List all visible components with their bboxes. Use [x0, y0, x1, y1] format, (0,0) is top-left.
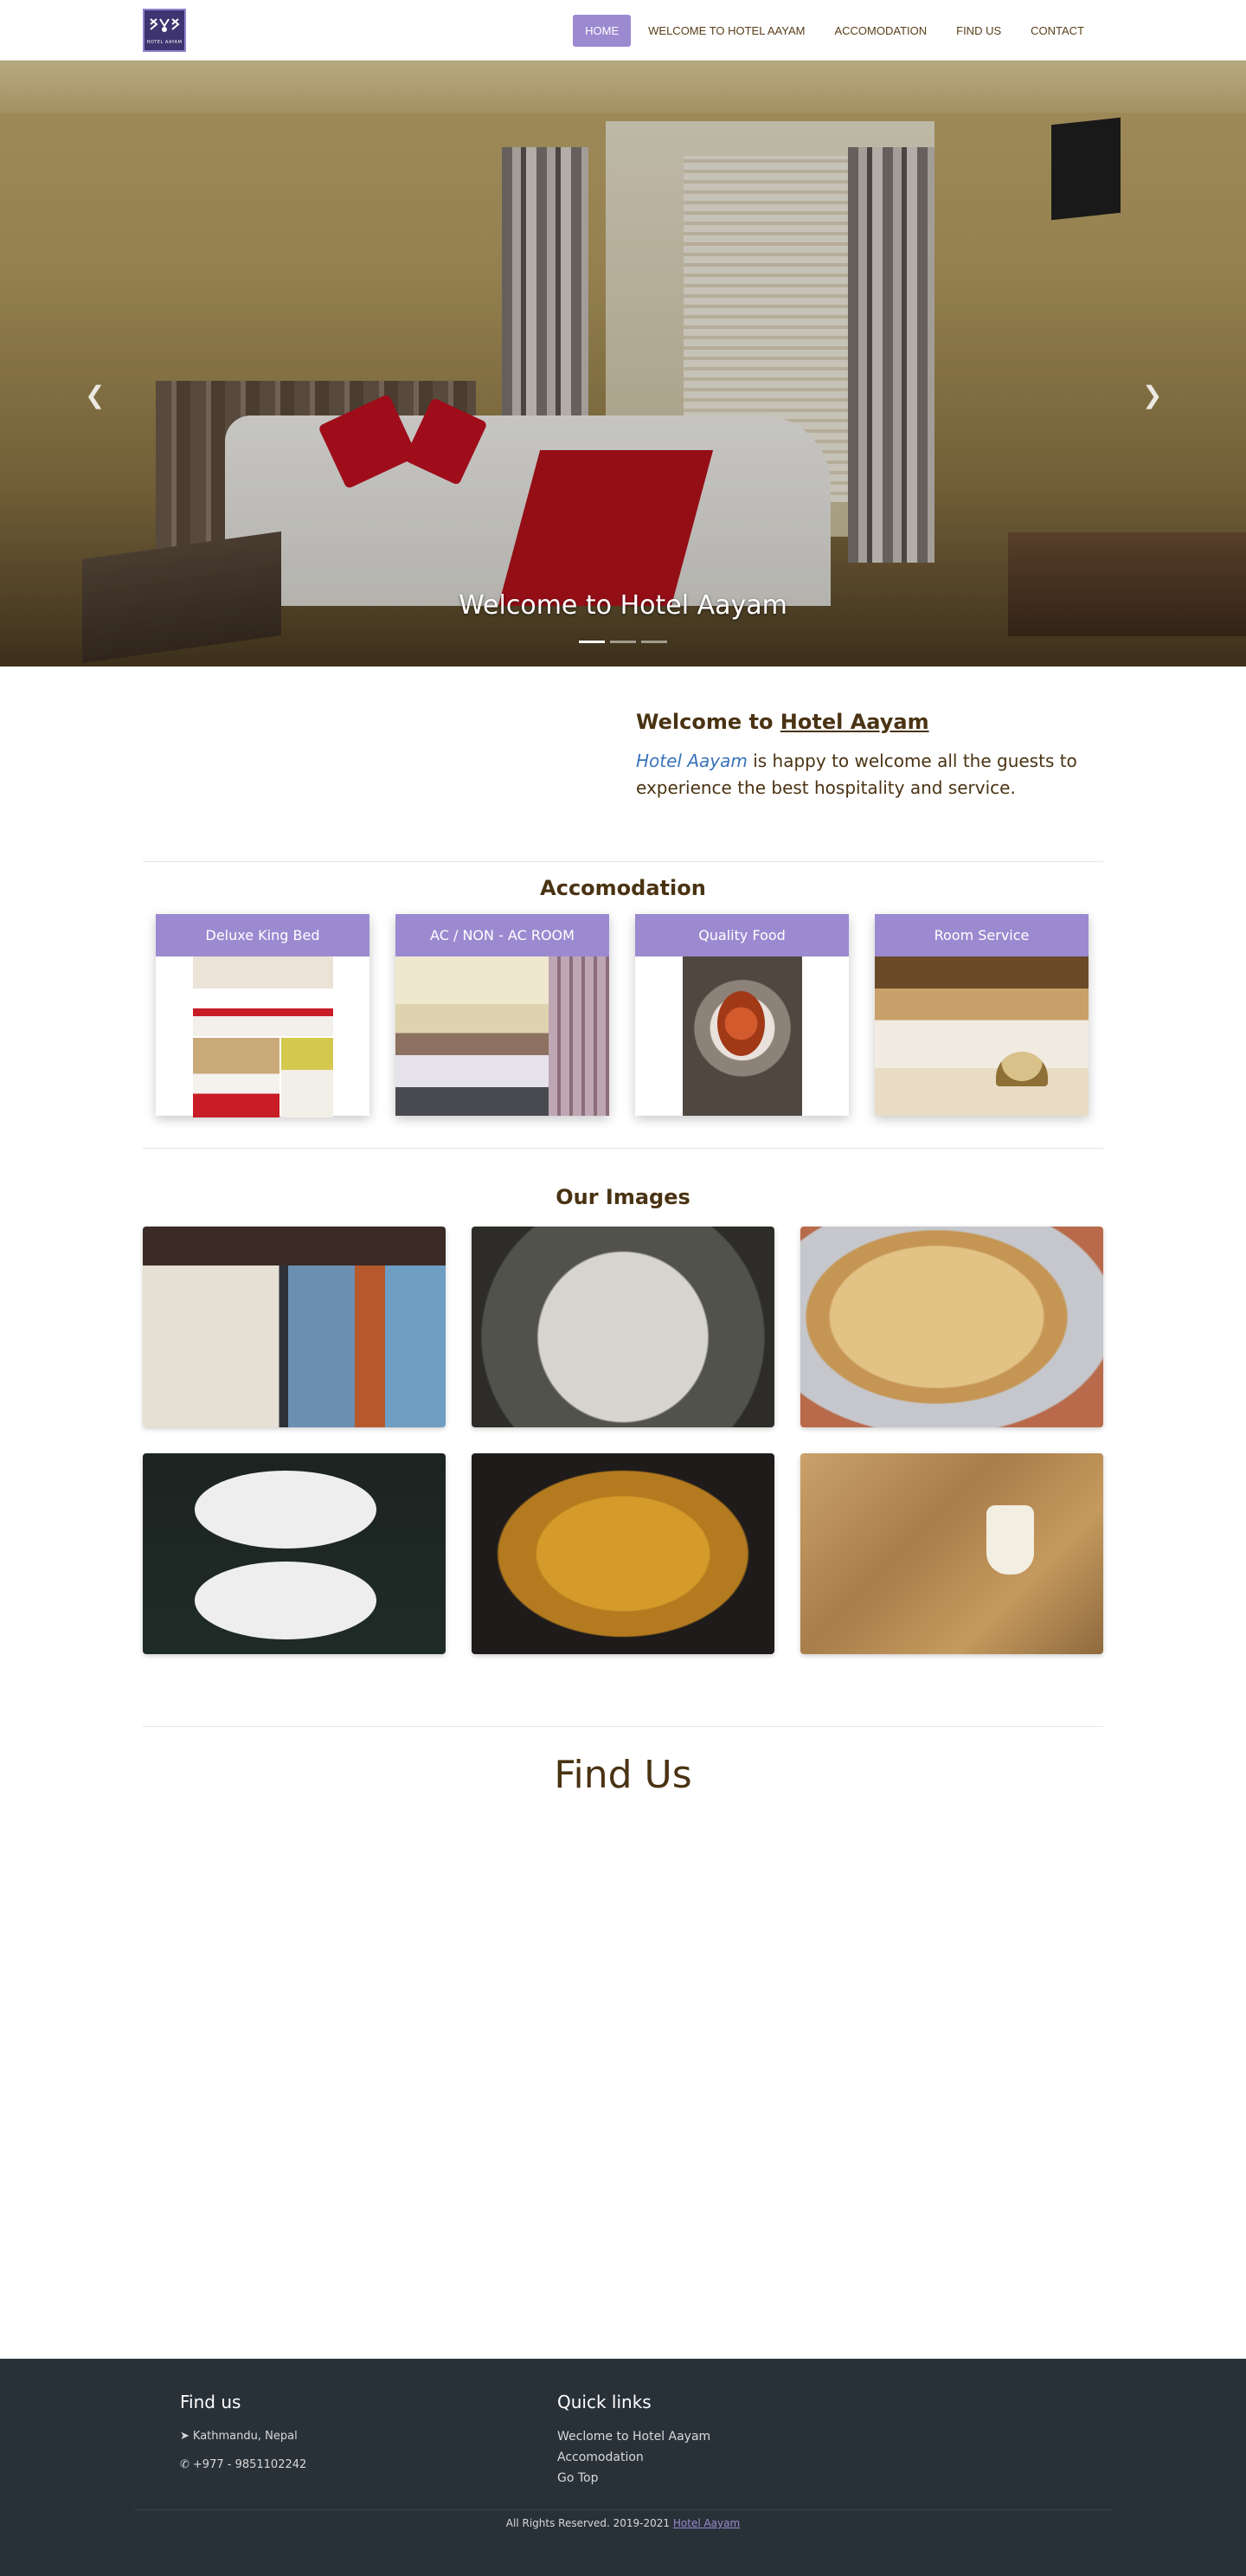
footer-link-go-top[interactable]: Go Top [557, 2471, 934, 2485]
nav-contact[interactable]: CONTACT [1018, 15, 1096, 47]
footer-find-us: Find us ➤ Kathmandu, Nepal ✆ +977 - 985110… [180, 2392, 557, 2492]
gallery-image-naan[interactable] [800, 1227, 1103, 1427]
card-title: AC / NON - AC ROOM [395, 914, 609, 956]
logo-emblem-icon [150, 18, 180, 32]
footer-quick-links: Quick links Weclome to Hotel Aayam Accom… [557, 2392, 934, 2492]
carousel-indicators [0, 641, 1246, 643]
find-us-section: Find Us [0, 1727, 1246, 2359]
accomodation-title: Accomodation [540, 876, 706, 900]
gallery-image-drinks[interactable] [800, 1453, 1103, 1654]
nav-accomodation[interactable]: ACCOMODATION [822, 15, 939, 47]
footer-link-accomodation[interactable]: Accomodation [557, 2450, 934, 2464]
nav-home[interactable]: HOME [573, 14, 632, 47]
logo-text: HOTEL AAYAM [146, 40, 183, 45]
card-title: Room Service [875, 914, 1089, 956]
carousel-indicator-2[interactable] [610, 641, 636, 643]
gallery-section: Our Images [0, 1149, 1246, 1726]
card-ac-room[interactable]: AC / NON - AC ROOM [395, 914, 609, 1116]
gallery-image-hotel-front[interactable] [143, 1227, 446, 1427]
carousel-next-button[interactable]: ❯ [1142, 381, 1162, 409]
card-quality-food[interactable]: Quality Food [635, 914, 849, 1116]
footer-link-welcome[interactable]: Weclome to Hotel Aayam [557, 2430, 934, 2444]
footer-location: ➤ Kathmandu, Nepal [180, 2430, 298, 2443]
footer-quick-links-title: Quick links [557, 2392, 652, 2412]
nav-find-us[interactable]: FIND US [944, 15, 1013, 47]
food-image [682, 956, 802, 1116]
hotel-logo[interactable]: HOTEL AAYAM [143, 9, 186, 52]
footer: Find us ➤ Kathmandu, Nepal ✆ +977 - 985110… [0, 2359, 1246, 2576]
card-title: Deluxe King Bed [156, 914, 369, 956]
gallery-grid [143, 1227, 1103, 1654]
find-us-title: Find Us [554, 1753, 692, 1797]
phone-icon: ✆ [180, 2458, 189, 2471]
location-arrow-icon: ➤ [180, 2430, 189, 2443]
navbar: HOTEL AAYAM HOME WELCOME TO HOTEL AAYAM … [0, 0, 1246, 61]
card-room-service[interactable]: Room Service [875, 914, 1089, 1116]
ac-room-image [395, 956, 609, 1116]
footer-find-us-title: Find us [180, 2392, 241, 2412]
welcome-heading: Welcome to Hotel Aayam [636, 710, 929, 734]
welcome-heading-link[interactable]: Hotel Aayam [780, 710, 929, 734]
deluxe-room-image [192, 956, 333, 1117]
room-service-image [875, 956, 1089, 1116]
carousel-indicator-3[interactable] [641, 641, 667, 643]
gallery-title: Our Images [556, 1185, 690, 1209]
card-deluxe-king-bed[interactable]: Deluxe King Bed [156, 914, 369, 1117]
card-title: Quality Food [635, 914, 849, 956]
hero-caption: Welcome to Hotel Aayam [459, 590, 787, 621]
accomodation-section: Accomodation Deluxe King Bed AC / NON - … [0, 862, 1246, 1148]
gallery-image-momo[interactable] [143, 1453, 446, 1654]
welcome-section: Welcome to Hotel Aayam Hotel Aayam is ha… [0, 667, 1246, 861]
nav-menu: HOME WELCOME TO HOTEL AAYAM ACCOMODATION… [573, 14, 1096, 47]
footer-phone: ✆ +977 - 9851102242 [180, 2458, 307, 2471]
chevron-left-icon: ❮ [85, 381, 106, 409]
carousel-indicator-1[interactable] [579, 641, 605, 643]
welcome-text: Hotel Aayam is happy to welcome all the … [636, 750, 1077, 798]
chevron-right-icon: ❯ [1142, 381, 1163, 409]
footer-copyright: All Rights Reserved. 2019-2021 Hotel Aay… [134, 2509, 1112, 2529]
gallery-image-potatoes[interactable] [472, 1453, 774, 1654]
carousel-prev-button[interactable]: ❮ [85, 381, 105, 409]
footer-copyright-link[interactable]: Hotel Aayam [673, 2517, 740, 2529]
hero-carousel: ❮ ❯ Welcome to Hotel Aayam [0, 61, 1246, 667]
gallery-image-thali[interactable] [472, 1227, 774, 1427]
nav-welcome[interactable]: WELCOME TO HOTEL AAYAM [636, 15, 817, 47]
welcome-hotel-name: Hotel Aayam [636, 750, 748, 771]
